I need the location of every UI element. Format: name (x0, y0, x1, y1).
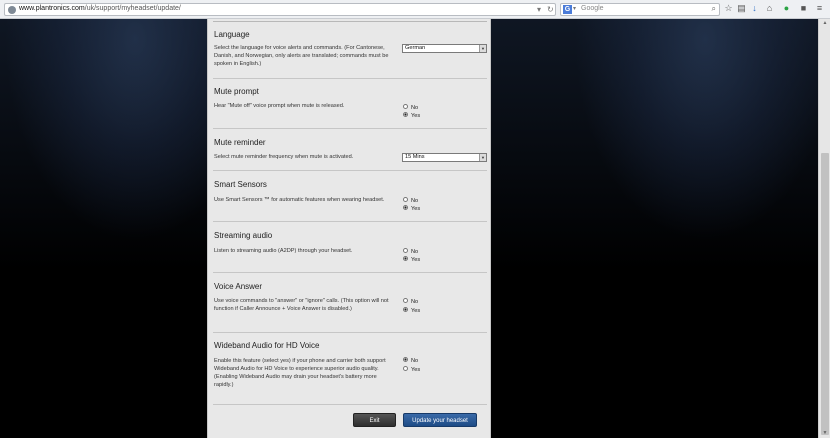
headset-settings-panel: Language Select the language for voice a… (207, 19, 491, 438)
radio-selected-icon (403, 256, 408, 262)
addon-icon[interactable]: ● (782, 4, 791, 13)
section-wideband-audio: Wideband Audio for HD Voice Enable this … (213, 334, 487, 405)
wideband-audio-yes-radio[interactable]: Yes (403, 366, 420, 374)
search-bar[interactable]: G ▾ Google ⌕ (560, 3, 720, 16)
update-headset-button[interactable]: Update your headset (403, 413, 477, 427)
radio-icon (403, 248, 408, 254)
section-title: Mute prompt (214, 87, 259, 96)
section-smart-sensors: Smart Sensors Use Smart Sensors ™ for au… (213, 172, 487, 222)
scroll-up-icon[interactable]: ▲ (821, 20, 829, 26)
address-bar[interactable]: www.plantronics.com/uk/support/myheadset… (4, 3, 556, 16)
chevron-down-icon[interactable]: ▾ (573, 5, 576, 12)
radio-selected-icon (403, 307, 408, 313)
section-description: Hear "Mute off" voice prompt when mute i… (214, 103, 345, 109)
search-input[interactable]: Google (581, 5, 604, 12)
radio-icon (403, 197, 408, 203)
globe-icon (8, 6, 16, 14)
radio-selected-icon (403, 112, 408, 118)
search-icon[interactable]: ⌕ (712, 4, 716, 14)
menu-icon[interactable]: ≡ (815, 4, 824, 13)
section-mute-reminder: Mute reminder Select mute reminder frequ… (213, 130, 487, 171)
mute-prompt-no-radio[interactable]: No (403, 104, 418, 112)
radio-selected-icon (403, 357, 408, 363)
section-description: Select mute reminder frequency when mute… (214, 154, 354, 160)
section-description: Use voice commands to "answer" or "ignor… (214, 298, 389, 312)
section-title: Smart Sensors (214, 180, 267, 189)
scrollbar-thumb[interactable] (821, 153, 829, 435)
mute-reminder-select[interactable]: 15 Mins ▼ (402, 153, 487, 162)
section-voice-answer: Voice Answer Use voice commands to "answ… (213, 274, 487, 333)
pocket-icon[interactable]: ■ (799, 4, 808, 13)
smart-sensors-yes-radio[interactable]: Yes (403, 205, 420, 213)
vertical-scrollbar[interactable]: ▲ ▼ (818, 19, 830, 438)
reload-icon[interactable]: ↻ (547, 4, 554, 15)
dropdown-arrow-icon[interactable]: ▾ (537, 4, 541, 15)
section-description: Listen to streaming audio (A2DP) through… (214, 248, 353, 254)
streaming-audio-no-radio[interactable]: No (403, 248, 418, 256)
smart-sensors-no-radio[interactable]: No (403, 197, 418, 205)
language-select[interactable]: German ▼ (402, 44, 487, 53)
star-icon[interactable]: ☆ (724, 4, 733, 13)
section-description: Use Smart Sensors ™ for automatic featur… (214, 197, 385, 203)
voice-answer-yes-radio[interactable]: Yes (403, 307, 420, 315)
section-title: Voice Answer (214, 282, 263, 291)
chevron-down-icon: ▼ (479, 45, 486, 52)
section-title: Language (214, 30, 250, 39)
radio-selected-icon (403, 205, 408, 211)
wideband-audio-no-radio[interactable]: No (403, 357, 418, 365)
chevron-down-icon: ▼ (479, 154, 486, 161)
section-title: Wideband Audio for HD Voice (214, 341, 320, 350)
section-mute-prompt: Mute prompt Hear "Mute off" voice prompt… (213, 80, 487, 129)
scroll-down-icon[interactable]: ▼ (821, 430, 829, 436)
section-description: Enable this feature (select yes) if your… (214, 358, 386, 388)
voice-answer-no-radio[interactable]: No (403, 298, 418, 306)
browser-toolbar: www.plantronics.com/uk/support/myheadset… (0, 0, 830, 19)
section-title: Streaming audio (214, 231, 273, 240)
radio-icon (403, 366, 408, 372)
home-icon[interactable]: ⌂ (765, 4, 774, 13)
section-title: Mute reminder (214, 138, 266, 147)
download-icon[interactable]: ↓ (750, 4, 759, 13)
section-language: Language Select the language for voice a… (213, 22, 487, 79)
clipboard-icon[interactable]: ▤ (737, 4, 746, 13)
section-description: Select the language for voice alerts and… (214, 45, 389, 67)
radio-icon (403, 298, 408, 304)
streaming-audio-yes-radio[interactable]: Yes (403, 256, 420, 264)
exit-button[interactable]: Exit (353, 413, 396, 427)
search-engine-icon: G (563, 5, 572, 14)
radio-icon (403, 104, 408, 110)
url-text: www.plantronics.com/uk/support/myheadset… (19, 5, 181, 12)
section-streaming-audio: Streaming audio Listen to streaming audi… (213, 223, 487, 273)
mute-prompt-yes-radio[interactable]: Yes (403, 112, 420, 120)
